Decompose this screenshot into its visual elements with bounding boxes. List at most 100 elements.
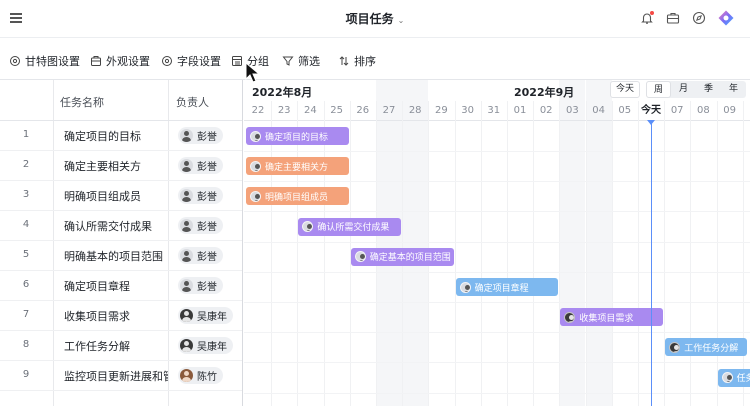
owner-name: 陈竹 bbox=[197, 372, 217, 383]
row-number: 1 bbox=[22, 129, 30, 140]
scale-year[interactable]: 年 bbox=[721, 81, 746, 98]
page-title[interactable]: 项目任务 ⌄ bbox=[0, 10, 750, 27]
scale-quarter[interactable]: 季 bbox=[696, 81, 721, 98]
task-name[interactable]: 确认所需交付成果 bbox=[64, 218, 168, 234]
task-bar[interactable]: 明确项目组成员 bbox=[246, 187, 349, 206]
owner-chip[interactable]: 吴康年 bbox=[178, 307, 233, 324]
day-label: 25 bbox=[330, 105, 343, 116]
avatar bbox=[180, 279, 193, 292]
task-bar[interactable]: 确定基本的项目范围 bbox=[350, 247, 454, 266]
gantt-row: 确定主要相关方 bbox=[244, 152, 750, 183]
owner-chip[interactable]: 彭誉 bbox=[178, 247, 223, 264]
day-label: 29 bbox=[435, 105, 448, 116]
appearance-settings-button[interactable]: 外观设置 bbox=[90, 53, 150, 69]
task-name[interactable]: 收集项目需求 bbox=[64, 308, 168, 324]
task-bar-label: 确定项目的目标 bbox=[265, 132, 329, 143]
today-button[interactable]: 今天 bbox=[610, 81, 640, 98]
owner-chip[interactable]: 彭誉 bbox=[178, 277, 223, 294]
group-icon bbox=[232, 56, 242, 66]
day-label: 05 bbox=[618, 105, 632, 116]
avatar bbox=[180, 309, 193, 322]
column-header-task-name[interactable]: 任务名称 bbox=[60, 94, 104, 110]
task-bar[interactable]: 确定项目的目标 bbox=[246, 127, 349, 145]
task-bar-label: 明确项目组成员 bbox=[265, 192, 329, 203]
table-row[interactable]: 6 确定项目章程 彭誉 bbox=[0, 271, 242, 301]
avatar bbox=[180, 369, 193, 382]
scale-month[interactable]: 月 bbox=[671, 81, 696, 98]
owner-chip[interactable]: 彭誉 bbox=[178, 217, 223, 234]
task-name[interactable]: 监控项目更新进展和管 bbox=[64, 368, 168, 384]
gantt-settings-button[interactable]: 甘特图设置 bbox=[9, 53, 80, 69]
owner-name: 彭誉 bbox=[197, 162, 217, 173]
table-row[interactable]: 5 明确基本的项目范围 彭誉 bbox=[0, 241, 242, 271]
table-row[interactable]: 8 工作任务分解 吴康年 bbox=[0, 331, 242, 361]
day-label: 08 bbox=[697, 105, 710, 116]
avatar bbox=[250, 190, 261, 202]
table-row[interactable]: 2 确定主要相关方 彭誉 bbox=[0, 151, 242, 181]
column-header-owner[interactable]: 负责人 bbox=[176, 94, 209, 110]
task-bar-label: 收集项目需求 bbox=[579, 313, 634, 324]
task-bar[interactable]: 工作任务分解 bbox=[665, 338, 748, 357]
day-label: 09 bbox=[723, 105, 736, 116]
task-name[interactable]: 明确基本的项目范围 bbox=[64, 248, 168, 264]
task-bar[interactable]: 收集项目需求 bbox=[560, 308, 664, 327]
row-number: 4 bbox=[22, 219, 30, 230]
owner-chip[interactable]: 吴康年 bbox=[178, 337, 233, 354]
sort-button[interactable]: 排序 bbox=[338, 53, 376, 69]
gantt-row: 任务 bbox=[244, 364, 750, 394]
owner-chip[interactable]: 彭誉 bbox=[178, 157, 223, 174]
task-bar-label: 任务 bbox=[736, 374, 750, 385]
task-bar-label: 确定主要相关方 bbox=[265, 162, 329, 173]
gantt-row: 明确项目组成员 bbox=[244, 182, 750, 213]
table-row[interactable]: 7 收集项目需求 吴康年 bbox=[0, 301, 242, 331]
app-logo-icon[interactable] bbox=[718, 10, 734, 26]
scale-week[interactable]: 周 bbox=[646, 81, 671, 98]
owner-chip[interactable]: 彭誉 bbox=[178, 187, 223, 204]
view-toolbar: 甘特图设置 外观设置 字段设置 分组 筛选 排序 bbox=[0, 46, 750, 76]
table-row[interactable]: 4 确认所需交付成果 彭誉 bbox=[0, 211, 242, 241]
gantt-settings-label: 甘特图设置 bbox=[25, 55, 80, 68]
appearance-settings-label: 外观设置 bbox=[106, 55, 150, 68]
owner-chip[interactable]: 彭誉 bbox=[178, 127, 223, 144]
compass-icon[interactable] bbox=[692, 11, 706, 25]
owner-name: 彭誉 bbox=[197, 222, 217, 233]
chevron-down-icon[interactable]: ⌄ bbox=[398, 16, 405, 25]
field-settings-button[interactable]: 字段设置 bbox=[161, 53, 221, 69]
task-name[interactable]: 确定项目的目标 bbox=[64, 128, 168, 144]
day-label: 28 bbox=[408, 105, 422, 116]
task-name[interactable]: 确定主要相关方 bbox=[64, 158, 168, 174]
task-bar[interactable]: 确定主要相关方 bbox=[246, 157, 349, 176]
filter-button[interactable]: 筛选 bbox=[282, 53, 320, 69]
gantt-row: 收集项目需求 bbox=[244, 303, 750, 334]
task-bar[interactable]: 确认所需交付成果 bbox=[298, 217, 402, 236]
row-number: 7 bbox=[22, 309, 30, 320]
avatar bbox=[250, 130, 261, 142]
field-settings-label: 字段设置 bbox=[177, 55, 221, 68]
day-label: 24 bbox=[304, 105, 317, 116]
day-label: 03 bbox=[566, 105, 579, 116]
sort-icon bbox=[339, 56, 349, 66]
table-row[interactable]: 3 明确项目组成员 彭誉 bbox=[0, 181, 242, 211]
time-scale-switch: 周 月 季 年 bbox=[646, 81, 746, 98]
avatar bbox=[180, 159, 193, 172]
avatar bbox=[459, 281, 471, 293]
avatar bbox=[354, 251, 366, 263]
table-row[interactable]: 1 确定项目的目标 彭誉 bbox=[0, 121, 242, 151]
task-name[interactable]: 明确项目组成员 bbox=[64, 188, 168, 204]
table-row[interactable]: 9 监控项目更新进展和管 陈竹 bbox=[0, 361, 242, 391]
row-number: 3 bbox=[22, 189, 30, 200]
bell-icon[interactable] bbox=[640, 11, 654, 25]
notification-dot bbox=[650, 11, 654, 15]
row-number: 8 bbox=[22, 339, 30, 350]
briefcase-icon[interactable] bbox=[666, 11, 680, 25]
owner-chip[interactable]: 陈竹 bbox=[178, 367, 223, 384]
task-name[interactable]: 确定项目章程 bbox=[64, 278, 168, 294]
task-name[interactable]: 工作任务分解 bbox=[64, 338, 168, 354]
task-bar-label: 确定基本的项目范围 bbox=[369, 253, 451, 264]
task-bar[interactable]: 确定项目章程 bbox=[455, 278, 559, 296]
task-bar[interactable]: 任务 bbox=[717, 368, 750, 387]
task-bar-label: 工作任务分解 bbox=[684, 343, 739, 354]
gantt-row: 确定基本的项目范围 bbox=[244, 243, 750, 273]
gantt-timeline: 2022年8月 2022年9月 今天 周 月 季 年 22 23 24 25 26 27 2… bbox=[244, 80, 750, 406]
mouse-cursor-icon bbox=[245, 62, 261, 83]
